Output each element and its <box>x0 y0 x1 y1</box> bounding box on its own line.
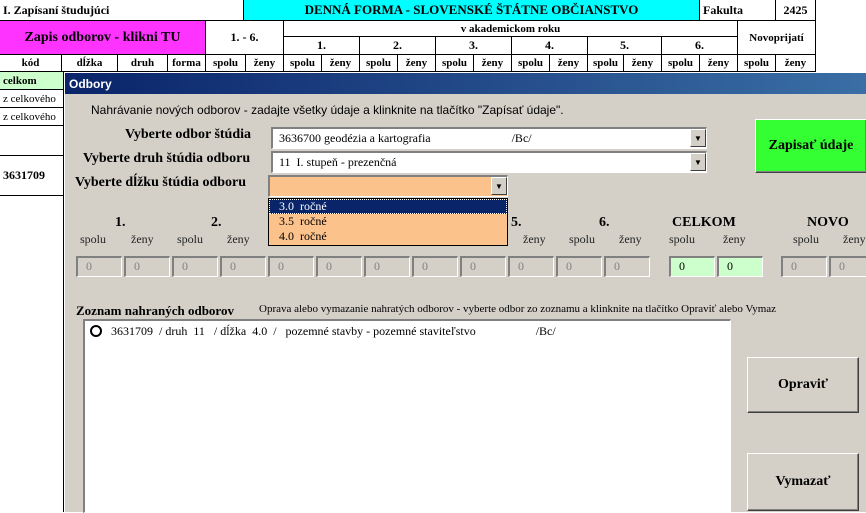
col-zeny-5: ženy <box>624 55 662 72</box>
instruction-text: Nahrávanie nových odborov - zadajte všet… <box>91 103 564 117</box>
list-item[interactable]: 3631709 / druh 11 / dĺžka 4.0 / pozemné … <box>85 323 725 339</box>
sub-zeny-novo: ženy <box>843 232 866 246</box>
chevron-down-icon[interactable]: ▼ <box>690 153 706 171</box>
year-header-5: 5. <box>588 37 662 55</box>
count-zeny-2[interactable]: 0 <box>220 256 266 277</box>
count-zeny-3[interactable]: 0 <box>316 256 362 277</box>
faculty-label: Fakulta <box>700 0 776 21</box>
odbory-list[interactable]: 3631709 / druh 11 / dĺžka 4.0 / pozemné … <box>83 319 731 513</box>
count-spolu-novo[interactable]: 0 <box>781 256 827 277</box>
row-blank <box>0 126 64 156</box>
count-zeny-4[interactable]: 0 <box>412 256 458 277</box>
odbor-value: 3636700 geodézia a kartografia /Bc/ <box>279 131 532 145</box>
row-code: 3631709 <box>0 156 64 196</box>
druh-value: 11 I. stupeň - prezenčná <box>279 155 397 169</box>
col-spolu-3: spolu <box>436 55 474 72</box>
col-zeny-4: ženy <box>550 55 588 72</box>
year-header-1: 1. <box>284 37 360 55</box>
year-group-label: v akademickom roku <box>284 21 738 37</box>
dlzka-option-3-5[interactable]: 3.5 ročné <box>269 214 507 229</box>
radio-icon[interactable] <box>90 325 102 337</box>
sub-spolu-celkom: spolu <box>669 232 696 246</box>
sub-zeny-6: ženy <box>619 232 642 246</box>
dlzka-label: Vyberte dĺžku štúdia odboru <box>75 175 247 190</box>
list-hint: Oprava alebo vymazanie nahratých odborov… <box>259 303 777 315</box>
druh-label: Vyberte druh štúdia odboru <box>83 151 251 166</box>
year-header-3: 3. <box>436 37 512 55</box>
count-zeny-6[interactable]: 0 <box>604 256 650 277</box>
opravit-button[interactable]: Opraviť <box>747 357 859 413</box>
col-zeny-6: ženy <box>700 55 738 72</box>
list-title: Zoznam nahraných odborov <box>76 303 234 318</box>
col-zeny-novo: ženy <box>776 55 816 72</box>
col-zeny-3: ženy <box>474 55 512 72</box>
chevron-down-icon[interactable]: ▼ <box>690 129 706 147</box>
count-spolu-celkom: 0 <box>669 256 715 277</box>
novoprijati-header: Novoprijatí <box>738 21 816 55</box>
zapisat-udaje-button[interactable]: Zapisať údaje <box>755 119 866 173</box>
dlzka-option-4-0[interactable]: 4.0 ročné <box>269 229 507 244</box>
druh-select[interactable]: 11 I. stupeň - prezenčná ▼ <box>271 151 707 173</box>
col-druh: druh <box>118 55 168 72</box>
count-spolu-2[interactable]: 0 <box>172 256 218 277</box>
col-spolu-1: spolu <box>284 55 322 72</box>
col-spolu-6: spolu <box>662 55 700 72</box>
zapis-odborov-button[interactable]: Zapis odborov - klikni TU <box>0 21 206 55</box>
faculty-code: 2425 <box>776 0 816 21</box>
dlzka-option-3-0[interactable]: 3.0 ročné <box>269 199 507 214</box>
col-header-5: 5. <box>511 215 522 230</box>
col-header-6: 6. <box>599 215 610 230</box>
col-spolu-novo: spolu <box>738 55 776 72</box>
col-kod: kód <box>0 55 62 72</box>
sub-spolu-novo: spolu <box>793 232 820 246</box>
year-header-6: 6. <box>662 37 738 55</box>
list-item-text: 3631709 / druh 11 / dĺžka 4.0 / pozemné … <box>111 324 556 338</box>
chevron-down-icon[interactable]: ▼ <box>491 177 507 195</box>
col-spolu-5: spolu <box>588 55 624 72</box>
sub-spolu-2: spolu <box>177 232 204 246</box>
col-dlzka: dĺžka <box>62 55 118 72</box>
vymazat-button[interactable]: Vymazať <box>747 453 859 511</box>
dlzka-select[interactable]: ▼ <box>268 175 508 197</box>
count-spolu-6[interactable]: 0 <box>556 256 602 277</box>
col-zeny-1: ženy <box>322 55 360 72</box>
sub-spolu-1: spolu <box>80 232 107 246</box>
col-header-novo: NOVO <box>807 215 849 230</box>
col-zeny-total: ženy <box>246 55 284 72</box>
odbory-dialog: Odbory Nahrávanie nových odborov - zadaj… <box>64 72 866 513</box>
col-forma: forma <box>168 55 206 72</box>
count-zeny-1[interactable]: 0 <box>124 256 170 277</box>
col-header-celkom: CELKOM <box>672 215 736 230</box>
odbor-select[interactable]: 3636700 geodézia a kartografia /Bc/ ▼ <box>271 127 707 149</box>
row-z-celkoveho-2: z celkového <box>0 108 64 126</box>
dlzka-dropdown: 3.0 ročné 3.5 ročné 4.0 ročné <box>268 198 508 246</box>
dialog-title: Odbory <box>65 73 866 94</box>
sub-zeny-celkom: ženy <box>723 232 746 246</box>
year-header-4: 4. <box>512 37 588 55</box>
odbor-label: Vyberte odbor štúdia <box>125 127 252 142</box>
count-spolu-5[interactable]: 0 <box>460 256 506 277</box>
sub-zeny-2: ženy <box>227 232 250 246</box>
col-spolu-total: spolu <box>206 55 246 72</box>
col-header-1: 1. <box>115 215 126 230</box>
col-spolu-2: spolu <box>360 55 398 72</box>
count-spolu-3[interactable]: 0 <box>268 256 314 277</box>
count-zeny-celkom: 0 <box>717 256 763 277</box>
col-header-2: 2. <box>211 215 222 230</box>
sheet-title: I. Zapísaní študujúci <box>0 0 244 21</box>
col-spolu-4: spolu <box>512 55 550 72</box>
count-spolu-1[interactable]: 0 <box>76 256 122 277</box>
sub-spolu-6: spolu <box>569 232 596 246</box>
year-header-2: 2. <box>360 37 436 55</box>
sub-zeny-5: ženy <box>523 232 546 246</box>
row-celkom: celkom <box>0 72 64 90</box>
count-zeny-5[interactable]: 0 <box>508 256 554 277</box>
sheet-banner: DENNÁ FORMA - SLOVENSKÉ ŠTÁTNE OBČIANSTV… <box>244 0 700 21</box>
count-zeny-novo[interactable]: 0 <box>829 256 866 277</box>
range-label: 1. - 6. <box>206 21 284 55</box>
col-zeny-2: ženy <box>398 55 436 72</box>
row-z-celkoveho-1: z celkového <box>0 90 64 108</box>
sub-zeny-1: ženy <box>131 232 154 246</box>
count-spolu-4[interactable]: 0 <box>364 256 410 277</box>
